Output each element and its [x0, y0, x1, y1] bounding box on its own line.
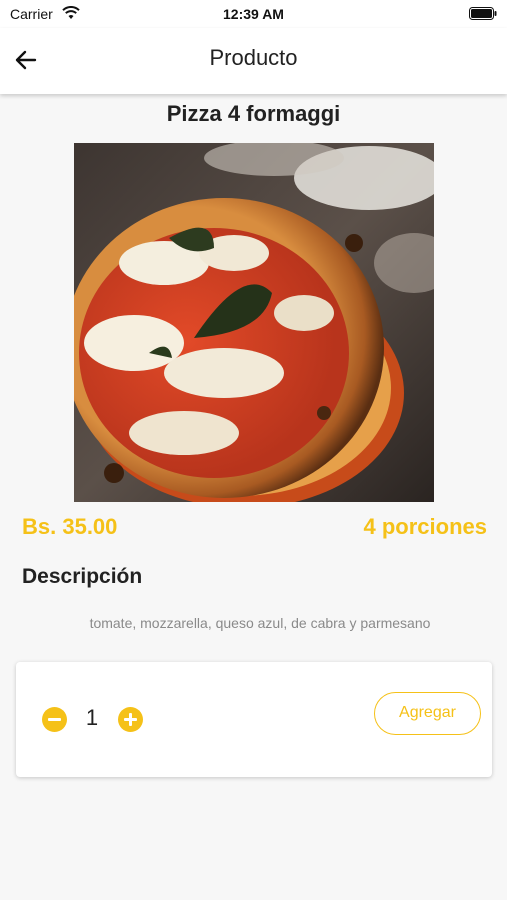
- decrease-quantity-button[interactable]: [42, 707, 67, 732]
- battery-icon: [469, 7, 497, 20]
- product-name: Pizza 4 formaggi: [166, 101, 341, 126]
- product-portions: 4 porciones: [363, 514, 487, 539]
- app-bar: Producto: [0, 28, 507, 94]
- increase-quantity-button[interactable]: [118, 707, 143, 732]
- status-time: 12:39 AM: [223, 6, 284, 22]
- pizza-photo: [74, 143, 434, 502]
- add-to-cart-card: 1 Agregar: [16, 662, 492, 777]
- description-heading: Descripción: [22, 565, 143, 588]
- quantity-value: 1: [85, 705, 99, 730]
- page-title: Producto: [209, 45, 298, 70]
- status-bar: Carrier 12:39 AM: [0, 0, 507, 28]
- add-button[interactable]: Agregar: [374, 692, 481, 735]
- description-text: tomate, mozzarella, queso azul, de cabra…: [89, 615, 431, 631]
- product-price: Bs. 35.00: [22, 514, 118, 539]
